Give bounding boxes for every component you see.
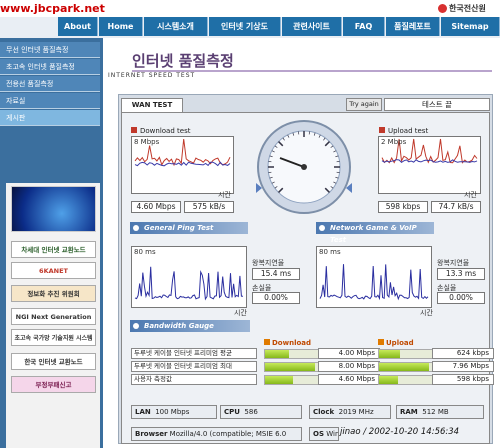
ping-line: [134, 266, 244, 301]
upload-title: Upload test: [379, 127, 428, 135]
bandwidth-row-label: 사용자 측정값: [131, 374, 257, 385]
bandwidth-download-label: Download: [264, 339, 311, 347]
banner-report-corruption[interactable]: 부정부패신고: [11, 376, 96, 393]
os-info: OS Window: [309, 427, 339, 441]
site-logo[interactable]: 한국전산원: [438, 3, 486, 14]
banner-ngi[interactable]: NGI Next Generation: [11, 308, 96, 325]
test-status: 테스트 끝: [384, 98, 490, 111]
lan-info: LAN 100 Mbps: [131, 405, 217, 419]
browser-info: Browser Mozilla/4.0 (compatible; MSIE 6.…: [131, 427, 302, 441]
page-subtitle: INTERNET SPEED TEST: [108, 72, 196, 79]
download-value: 4.60 Mbps: [318, 374, 380, 385]
clock-info: Clock 2019 MHz: [309, 405, 391, 419]
download-time-label: 시간: [218, 191, 231, 199]
game-axis-label: 80 ms: [319, 248, 341, 256]
nav-weather[interactable]: 인터넷 기상도: [209, 17, 281, 36]
bandwidth-header: Bandwidth Gauge: [130, 320, 250, 332]
upload-time-label: 시간: [464, 191, 477, 199]
banner-committee[interactable]: 정보화 추진 위원회: [11, 285, 96, 302]
upload-mbps: 598 kbps: [378, 201, 428, 213]
game-rtt: 13.3 ms: [437, 268, 485, 280]
banner-korea-exchange[interactable]: 한국 인터넷 교환노드: [11, 353, 96, 370]
upload-bullet-icon: [378, 339, 384, 345]
ping-axis-label: 80 ms: [134, 248, 156, 256]
gauge-hub: [301, 164, 307, 170]
download-mbps: 4.60 Mbps: [131, 201, 181, 213]
download-value: 4.00 Mbps: [318, 348, 380, 359]
globe-image: [11, 186, 96, 232]
ping-rtt-label: 왕복지연율: [252, 259, 285, 267]
sidebar-item-board[interactable]: 게시판: [0, 110, 100, 126]
ping-rtt: 15.4 ms: [252, 268, 300, 280]
download-bar: [264, 362, 319, 372]
upload-bar-fill: [379, 376, 399, 384]
download-value: 8.00 Mbps: [318, 361, 380, 372]
bandwidth-row-label: 두루넷 케이블 인터넷 프리미엄 평균: [131, 348, 257, 359]
upload-icon: [379, 127, 385, 133]
nav-sitemap[interactable]: Sitemap: [441, 17, 500, 36]
bandwidth-upload-label: Upload: [378, 339, 414, 347]
nav-related[interactable]: 관련사이트: [282, 17, 342, 36]
ping-loss: 0.00%: [252, 292, 300, 304]
download-bar-fill: [265, 363, 315, 371]
speed-gauge: [256, 120, 352, 214]
upload-bar-fill: [379, 363, 429, 371]
game-line: [319, 264, 429, 301]
download-bar: [264, 349, 319, 359]
game-test-header: Network Game & VoIP Test: [316, 222, 434, 244]
nav-about[interactable]: About: [58, 17, 98, 36]
upload-value: 624 kbps: [432, 348, 494, 359]
upload-bar: [378, 362, 433, 372]
game-graph-svg: [319, 264, 429, 301]
logo-icon: [438, 4, 447, 13]
page-title: 인터넷 품질측정: [132, 52, 234, 70]
upload-kbs: 74.7 kB/s: [431, 201, 481, 213]
download-bar: [264, 375, 319, 385]
ping-time-label: 시간: [234, 309, 247, 317]
download-axis-label: 8 Mbps: [134, 138, 160, 146]
upload-value: 598 kbps: [432, 374, 494, 385]
game-time-label: 시간: [420, 309, 433, 317]
banner-tech-support[interactable]: 초고속 국가망 기술지원 시스템: [11, 329, 96, 346]
nav-report[interactable]: 품질레포트: [386, 17, 440, 36]
ram-info: RAM 512 MB: [396, 405, 484, 419]
download-kbs: 575 kB/s: [184, 201, 234, 213]
sidebar-item-archive[interactable]: 자료실: [0, 93, 100, 109]
upload-bar-fill: [379, 350, 400, 358]
nav-system[interactable]: 시스템소개: [144, 17, 208, 36]
banner-6kanet[interactable]: 6KANET: [11, 262, 96, 279]
upload-bar: [378, 375, 433, 385]
download-bar-fill: [265, 350, 289, 358]
watermark: www.jbcpark.net: [0, 2, 105, 15]
nav-faq[interactable]: FAQ: [343, 17, 385, 36]
tab-wan-test[interactable]: WAN TEST: [121, 98, 183, 112]
cpu-info: CPU 586: [220, 405, 302, 419]
bandwidth-row-label: 두루넷 케이블 인터넷 프리미엄 최대: [131, 361, 257, 372]
upload-line-avg: [381, 159, 478, 164]
download-bar-fill: [265, 376, 293, 384]
try-again-button[interactable]: Try again: [346, 98, 382, 111]
banner-next-gen-exchange[interactable]: 차세대 인터넷 교환노드: [11, 241, 96, 258]
download-line-avg: [134, 161, 231, 167]
download-title: Download test: [131, 127, 190, 135]
download-bullet-icon: [264, 339, 270, 345]
ping-test-header: General Ping Test: [130, 222, 248, 234]
sidebar-item-leased-line[interactable]: 전용선 품질측정: [0, 76, 100, 92]
download-icon: [131, 127, 137, 133]
timestamp-watermark: jinao / 2002-10-20 14:56:34: [340, 427, 460, 437]
ping-graph-svg: [134, 266, 244, 301]
logo-text: 한국전산원: [449, 4, 486, 13]
upload-bar: [378, 349, 433, 359]
nav-home[interactable]: Home: [99, 17, 143, 36]
sidebar-item-broadband[interactable]: 초고속 인터넷 품질측정: [0, 59, 100, 75]
game-loss: 0.00%: [437, 292, 485, 304]
sidebar-item-wireless[interactable]: 무선 인터넷 품질측정: [0, 42, 100, 58]
game-rtt-label: 왕복지연율: [437, 259, 470, 267]
upload-value: 7.96 Mbps: [432, 361, 494, 372]
upload-axis-label: 2 Mbps: [381, 138, 407, 146]
